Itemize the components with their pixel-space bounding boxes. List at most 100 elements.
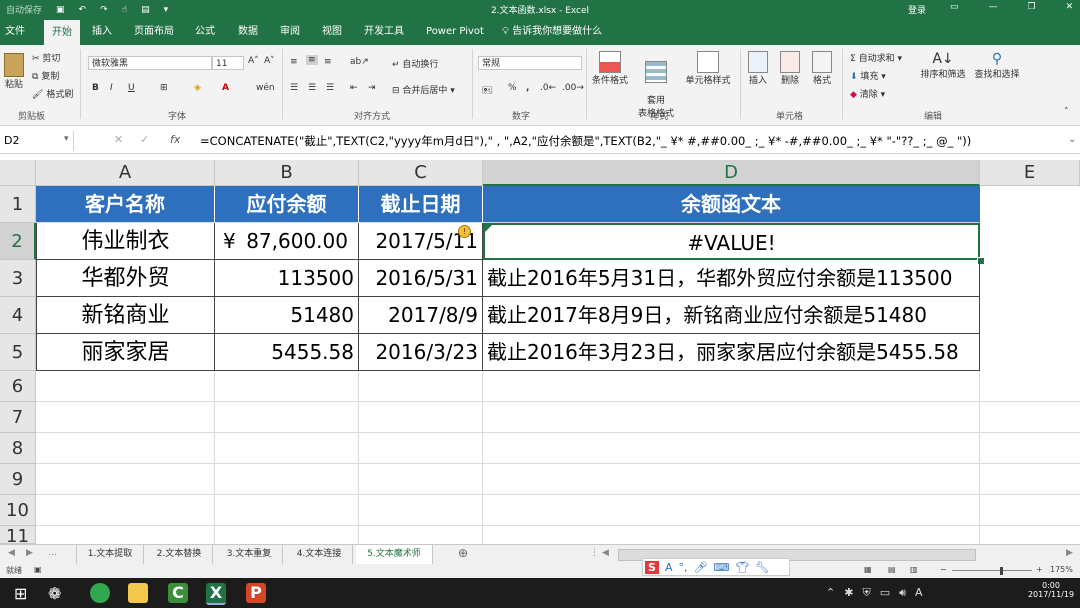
row-header-10[interactable]: 10 <box>0 495 36 526</box>
cell-d5[interactable]: 截止2016年3月23日，丽家家居应付余额是5455.58 <box>483 334 980 371</box>
cell-c4[interactable]: 2017/8/9 <box>359 297 483 334</box>
sort-filter-button[interactable]: A↓ 排序和筛选 <box>918 51 968 80</box>
table-header-date[interactable]: 截止日期 <box>359 186 483 223</box>
align-right-icon[interactable]: ☰ <box>326 83 334 93</box>
insert-cells-button[interactable]: 插入 <box>744 51 772 86</box>
cell-d2[interactable]: #VALUE! <box>483 223 980 260</box>
normal-view-icon[interactable]: ▦ <box>864 565 872 574</box>
clock[interactable]: 0:00 2017/11/19 <box>1024 581 1078 599</box>
merge-center-button[interactable]: ⊟ 合并后居中 ▾ <box>392 83 455 96</box>
cell-a4[interactable]: 新铭商业 <box>36 297 215 334</box>
clear-button[interactable]: ◆ 清除 ▾ <box>850 87 885 100</box>
cell-b3[interactable]: 113500 <box>215 260 359 297</box>
cell-b2[interactable]: ¥ 87,600.00 <box>215 223 359 260</box>
table-header-balance[interactable]: 应付余额 <box>215 186 359 223</box>
row-header-5[interactable]: 5 <box>0 334 36 371</box>
tab-power-pivot[interactable]: Power Pivot <box>420 18 490 45</box>
more-sheets-icon[interactable]: … <box>48 548 57 558</box>
ime-voice-icon[interactable]: 🎤︎ <box>693 561 707 574</box>
excel-taskbar-icon[interactable]: X <box>206 583 226 605</box>
row-header-6[interactable]: 6 <box>0 371 36 402</box>
decrease-decimal-icon[interactable]: .00→ <box>562 83 584 93</box>
tab-page-layout[interactable]: 页面布局 <box>126 18 182 45</box>
sheet-tab-4[interactable]: 4.文本连接 <box>286 545 353 564</box>
select-all-corner[interactable] <box>0 160 36 186</box>
comma-icon[interactable]: , <box>526 83 529 93</box>
align-middle-icon[interactable]: ≡ <box>306 55 318 65</box>
currency-icon[interactable]: 🖭 <box>482 83 493 99</box>
cell-a5[interactable]: 丽家家居 <box>36 334 215 371</box>
formula-input[interactable]: =CONCATENATE("截止",TEXT(C2,"yyyy年m月d日"),"… <box>200 133 971 149</box>
orientation-icon[interactable]: ab↗ <box>350 57 369 67</box>
tab-file[interactable]: 文件 <box>0 18 30 45</box>
format-painter-button[interactable]: 🖌︎ 格式刷 <box>32 87 73 100</box>
row-header-1[interactable]: 1 <box>0 186 36 223</box>
zoom-slider[interactable] <box>952 570 1032 571</box>
maximize-icon[interactable]: ❐ <box>1028 2 1036 12</box>
zoom-level[interactable]: 175% <box>1050 565 1073 574</box>
cancel-entry-icon[interactable]: ✕ <box>114 133 123 146</box>
expand-formula-icon[interactable]: ⌄ <box>1068 134 1076 145</box>
row-header-8[interactable]: 8 <box>0 433 36 464</box>
cell-b5[interactable]: 5455.58 <box>215 334 359 371</box>
number-format-select[interactable]: 常规 <box>478 56 582 70</box>
border-icon[interactable]: ⊞ <box>160 83 168 93</box>
ime-keyboard-icon[interactable]: ⌨ <box>713 561 729 574</box>
ime-mode-icon[interactable]: A <box>665 561 673 574</box>
column-header-e[interactable]: E <box>980 160 1080 186</box>
ime-punct-icon[interactable]: °, <box>678 561 687 574</box>
camtasia-icon[interactable]: C <box>168 583 188 603</box>
align-bottom-icon[interactable]: ≡ <box>324 57 332 67</box>
font-name-select[interactable]: 微软雅黑 <box>88 56 212 70</box>
increase-decimal-icon[interactable]: .0← <box>540 83 556 93</box>
tab-split-handle[interactable]: ⋮ <box>590 548 599 558</box>
cell-d3[interactable]: 截止2016年5月31日，华都外贸应付余额是113500 <box>483 260 980 297</box>
row-header-2[interactable]: 2 <box>0 223 36 260</box>
font-size-select[interactable]: 11 <box>212 56 244 70</box>
new-sheet-icon[interactable]: ⊕ <box>458 546 468 560</box>
ime-tools-icon[interactable]: 🔧︎ <box>755 561 769 574</box>
font-color-icon[interactable]: A <box>222 83 229 93</box>
confirm-entry-icon[interactable]: ✓ <box>140 133 149 146</box>
minimize-icon[interactable]: — <box>989 2 998 12</box>
tray-overflow-icon[interactable]: ⌃ <box>826 586 835 600</box>
zoom-slider-thumb[interactable] <box>1000 567 1003 575</box>
column-header-c[interactable]: C <box>359 160 483 186</box>
insert-function-button[interactable]: fx <box>170 133 180 146</box>
sheet-tab-2[interactable]: 2.文本替换 <box>146 545 213 564</box>
windows-start-icon[interactable]: ⊞ <box>14 584 27 603</box>
format-cells-button[interactable]: 格式 <box>808 51 836 86</box>
bold-button[interactable]: B <box>92 83 99 93</box>
cut-button[interactable]: ✂ 剪切 <box>32 51 60 64</box>
volume-icon[interactable]: 🔊︎ <box>899 586 906 600</box>
hscroll-left-icon[interactable]: ◀ <box>602 548 609 558</box>
fill-button[interactable]: ⬇ 填充 ▾ <box>850 69 886 82</box>
row-header-11[interactable]: 11 <box>0 526 36 547</box>
font-grow-icon[interactable]: A˄ <box>248 56 259 66</box>
column-header-a[interactable]: A <box>36 160 215 186</box>
hscroll-right-icon[interactable]: ▶ <box>1066 548 1073 558</box>
cell-a3[interactable]: 华都外贸 <box>36 260 215 297</box>
login-link[interactable]: 登录 <box>908 3 926 16</box>
cell-c3[interactable]: 2016/5/31 <box>359 260 483 297</box>
cell-b4[interactable]: 51480 <box>215 297 359 334</box>
page-layout-view-icon[interactable]: ▤ <box>888 565 896 574</box>
sheet-tab-3[interactable]: 3.文本重复 <box>216 545 283 564</box>
column-header-b[interactable]: B <box>215 160 359 186</box>
scroll-prev-sheet-icon[interactable]: ◀ <box>8 548 15 558</box>
fill-color-icon[interactable]: ◈ <box>194 83 201 93</box>
table-header-text[interactable]: 余额函文本 <box>483 186 980 223</box>
row-header-9[interactable]: 9 <box>0 464 36 495</box>
page-break-view-icon[interactable]: ▥ <box>910 565 918 574</box>
macro-record-icon[interactable]: ▣ <box>34 565 42 574</box>
zoom-in-icon[interactable]: + <box>1036 565 1043 574</box>
name-box[interactable]: D2 <box>0 131 74 151</box>
cell-a2[interactable]: 伟业制衣 <box>36 223 215 260</box>
tell-me-box[interactable]: 💡︎ 告诉我你想要做什么 <box>502 18 622 45</box>
delete-cells-button[interactable]: 删除 <box>776 51 804 86</box>
tab-view[interactable]: 视图 <box>314 18 350 45</box>
collapse-ribbon-icon[interactable]: ˄ <box>1064 107 1069 117</box>
ime-skin-icon[interactable]: 👕︎ <box>735 561 749 574</box>
tab-developer[interactable]: 开发工具 <box>356 18 412 45</box>
error-warning-icon[interactable]: ! <box>458 225 471 238</box>
